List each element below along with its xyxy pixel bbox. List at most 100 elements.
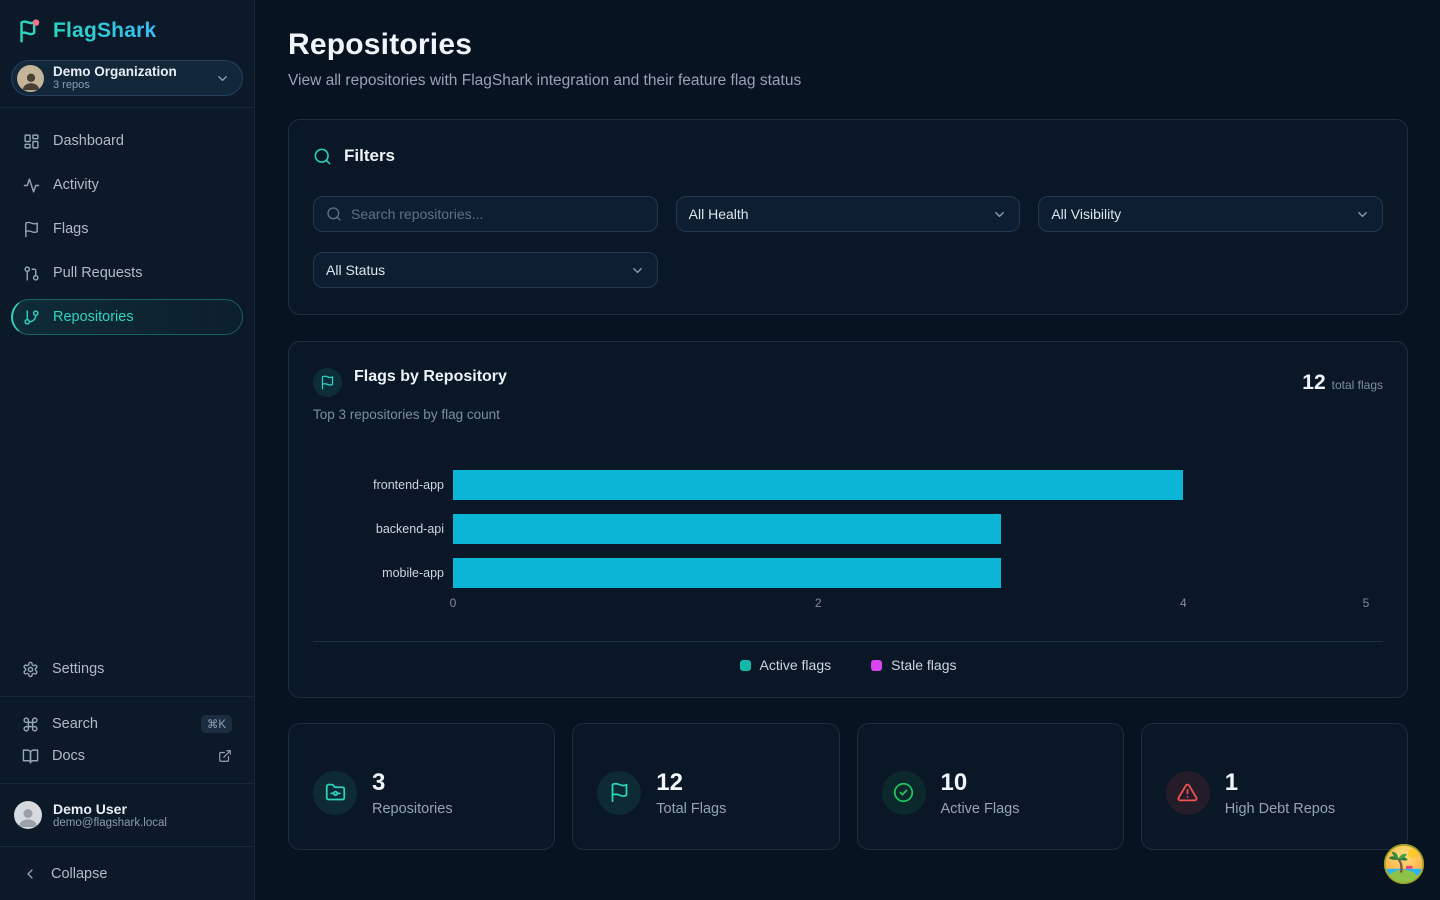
bar-segment-active-flags: [453, 558, 1001, 588]
sidebar-item-label: Pull Requests: [53, 265, 142, 281]
total-flags-label: total flags: [1332, 378, 1383, 392]
filters-card: Filters All Health All Visibility: [288, 119, 1408, 315]
legend-swatch: [740, 660, 751, 671]
x-axis-tick: 4: [1180, 596, 1187, 610]
stat-label: Total Flags: [656, 801, 726, 817]
flag-icon: [313, 368, 342, 397]
layout-dashboard-icon: [23, 133, 40, 150]
stat-value: 10: [941, 769, 1020, 797]
sidebar-item-settings[interactable]: Settings: [0, 653, 254, 685]
visibility-filter-value: All Visibility: [1051, 206, 1121, 222]
bar-row-backend-api: backend-api: [313, 514, 1383, 544]
stat-card-total-flags: 12 Total Flags: [572, 723, 839, 850]
sidebar-divider: [0, 107, 254, 108]
health-filter-value: All Health: [689, 206, 749, 222]
user-menu[interactable]: Demo User demo@flagshark.local: [0, 795, 254, 835]
flagshark-logo[interactable]: FlagShark: [0, 14, 254, 60]
app-root: FlagShark Demo Organization 3 repos Dash…: [0, 0, 1440, 900]
sidebar-item-dashboard[interactable]: Dashboard: [11, 123, 243, 159]
sidebar-item-label: Repositories: [53, 309, 134, 325]
filters-title: Filters: [344, 146, 395, 166]
logo-text: FlagShark: [53, 19, 156, 43]
collapse-sidebar-button[interactable]: Collapse: [0, 858, 254, 890]
sidebar-item-pull-requests[interactable]: Pull Requests: [11, 255, 243, 291]
sidebar-item-flags[interactable]: Flags: [11, 211, 243, 247]
flags-by-repository-card: Flags by Repository 12 total flags Top 3…: [288, 341, 1408, 698]
sidebar-divider: [0, 696, 254, 697]
stat-label: High Debt Repos: [1225, 801, 1335, 817]
org-meta: Demo Organization 3 repos: [53, 64, 206, 92]
bar-track: [453, 514, 1366, 544]
page-subtitle: View all repositories with FlagShark int…: [288, 72, 1408, 90]
chevron-down-icon: [992, 207, 1007, 222]
search-label: Search: [52, 716, 98, 732]
bar-track: [453, 470, 1366, 500]
alert-triangle-icon: [1166, 771, 1210, 815]
bar-label: frontend-app: [313, 478, 453, 492]
sidebar: FlagShark Demo Organization 3 repos Dash…: [0, 0, 255, 900]
user-name: Demo User: [53, 801, 167, 817]
sidebar-item-repositories[interactable]: Repositories: [11, 299, 243, 335]
chevron-down-icon: [215, 71, 230, 86]
flag-icon: [23, 221, 40, 238]
chevron-down-icon: [630, 263, 645, 278]
search-shortcut-badge: ⌘K: [201, 715, 232, 733]
chevron-left-icon: [22, 866, 38, 882]
legend-label: Stale flags: [891, 657, 956, 673]
stat-card-repositories: 3Repositories: [288, 723, 555, 850]
sidebar-item-activity[interactable]: Activity: [11, 167, 243, 203]
sidebar-item-label: Dashboard: [53, 133, 124, 149]
docs-label: Docs: [52, 748, 85, 764]
island-button[interactable]: [1383, 843, 1425, 885]
gear-icon: [22, 661, 39, 678]
chart-title: Flags by Repository: [354, 363, 507, 385]
external-link-icon: [218, 749, 232, 763]
sidebar-divider: [0, 846, 254, 847]
user-avatar: [14, 801, 42, 829]
total-flags-value: 12: [1302, 371, 1325, 395]
collapse-label: Collapse: [51, 866, 107, 882]
x-axis-tick: 5: [1363, 596, 1370, 610]
book-open-icon: [22, 748, 39, 765]
org-avatar: [17, 65, 44, 92]
sidebar-item-search[interactable]: Search ⌘K: [0, 708, 254, 740]
bar-label: mobile-app: [313, 566, 453, 580]
settings-label: Settings: [52, 661, 104, 677]
bar-segment-active-flags: [453, 470, 1183, 500]
x-axis: 0245: [313, 596, 1383, 611]
sidebar-nav: Dashboard Activity Flags Pull Requests Repos…: [0, 119, 254, 339]
main-content: Repositories View all repositories with …: [255, 0, 1440, 900]
visibility-filter-dropdown[interactable]: All Visibility: [1038, 196, 1383, 232]
folder-git-icon: [313, 771, 357, 815]
check-circle-icon: [882, 771, 926, 815]
user-meta: Demo User demo@flagshark.local: [53, 801, 167, 829]
org-selector[interactable]: Demo Organization 3 repos: [11, 60, 243, 96]
page-title: Repositories: [288, 28, 1408, 62]
bar-segment-active-flags: [453, 514, 1001, 544]
user-email: demo@flagshark.local: [53, 817, 167, 829]
stats-row: 3Repositories 12 Total Flags 10 Active Flags…: [288, 723, 1408, 850]
stat-label: Active Flags: [941, 801, 1020, 817]
stat-value: 12: [656, 769, 726, 797]
stat-value: 1: [1225, 769, 1335, 797]
legend-item-active-flags: Active flags: [740, 657, 832, 673]
sidebar-divider: [0, 783, 254, 784]
stat-meta: 1 High Debt Repos: [1225, 769, 1335, 817]
chevron-down-icon: [1355, 207, 1370, 222]
legend-swatch: [871, 660, 882, 671]
stat-meta: 12 Total Flags: [656, 769, 726, 817]
status-filter-dropdown[interactable]: All Status: [313, 252, 658, 288]
search-repositories-input[interactable]: [351, 206, 645, 222]
org-name: Demo Organization: [53, 64, 206, 80]
git-branch-icon: [23, 309, 40, 326]
bar-row-frontend-app: frontend-app: [313, 470, 1383, 500]
health-filter-dropdown[interactable]: All Health: [676, 196, 1021, 232]
command-icon: [22, 716, 39, 733]
stat-value: 3: [372, 769, 453, 797]
stat-meta: 3Repositories: [372, 769, 453, 817]
bar-chart: frontend-app backend-api mobile-app: [313, 470, 1383, 588]
sidebar-item-docs[interactable]: Docs: [0, 740, 254, 772]
tropical-island-icon: [1383, 843, 1425, 885]
git-pull-request-icon: [23, 265, 40, 282]
sidebar-item-label: Activity: [53, 177, 99, 193]
